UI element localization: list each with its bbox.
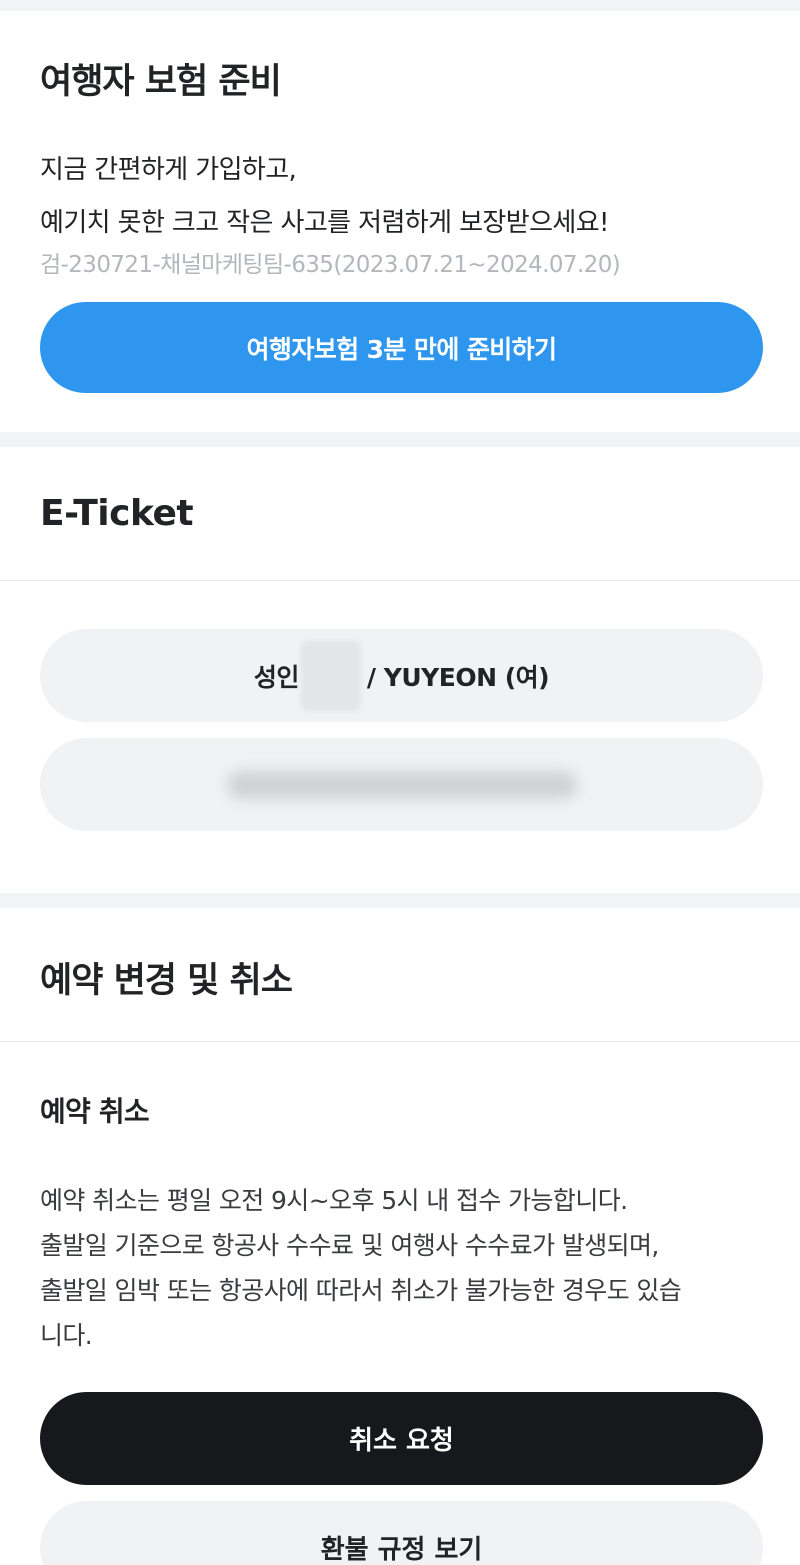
insurance-description-line: 예기치 못한 크고 작은 사고를 저렴하게 보장받으세요! (40, 208, 609, 238)
eticket-section: E-Ticket 성인 / YUYEON (여) (0, 447, 800, 893)
insurance-section: 여행자 보험 준비 지금 간편하게 가입하고, 예기치 못한 크고 작은 사고를… (0, 11, 800, 432)
eticket-title: E-Ticket (40, 493, 194, 534)
passenger-type: 성인 (253, 662, 300, 692)
reservation-title: 예약 변경 및 취소 (40, 961, 293, 1001)
cancel-description-line: 니다. (40, 1321, 93, 1350)
cancel-subtitle: 예약 취소 (40, 1095, 150, 1128)
passenger-info[interactable]: 성인 / YUYEON (여) (40, 629, 763, 722)
ticket-number-pill[interactable] (40, 738, 763, 831)
insurance-description-line: 지금 간편하게 가입하고, (40, 155, 297, 185)
redacted-ticket-number (226, 770, 577, 799)
section-divider (0, 580, 800, 581)
passenger-name: 성인 / YUYEON (여) (253, 640, 550, 711)
cancel-description-line: 출발일 임박 또는 항공사에 따라서 취소가 불가능한 경우도 있습 (40, 1276, 682, 1305)
section-divider (0, 1041, 800, 1042)
reservation-section: 예약 변경 및 취소 예약 취소 예약 취소는 평일 오전 9시~오후 5시 내… (0, 908, 800, 1565)
redacted-surname (300, 640, 361, 711)
cancel-description: 예약 취소는 평일 오전 9시~오후 5시 내 접수 가능합니다. 출발일 기준… (40, 1178, 765, 1358)
page: 여행자 보험 준비 지금 간편하게 가입하고, 예기치 못한 크고 작은 사고를… (0, 0, 800, 1565)
insurance-approval-code: 검-230721-채널마케팅팀-635(2023.07.21~2024.07.2… (40, 252, 621, 278)
cancel-request-button[interactable]: 취소 요청 (40, 1392, 763, 1485)
passenger-given-name: / YUYEON (여) (366, 662, 550, 692)
insurance-title: 여행자 보험 준비 (40, 62, 282, 102)
insurance-description: 지금 간편하게 가입하고, 예기치 못한 크고 작은 사고를 저렴하게 보장받으… (40, 144, 760, 250)
cancel-description-line: 예약 취소는 평일 오전 9시~오후 5시 내 접수 가능합니다. (40, 1186, 628, 1215)
prepare-insurance-button[interactable]: 여행자보험 3분 만에 준비하기 (40, 302, 763, 393)
cancel-description-line: 출발일 기준으로 항공사 수수료 및 여행사 수수료가 발생되며, (40, 1231, 659, 1260)
refund-policy-button[interactable]: 환불 규정 보기 (40, 1501, 763, 1565)
